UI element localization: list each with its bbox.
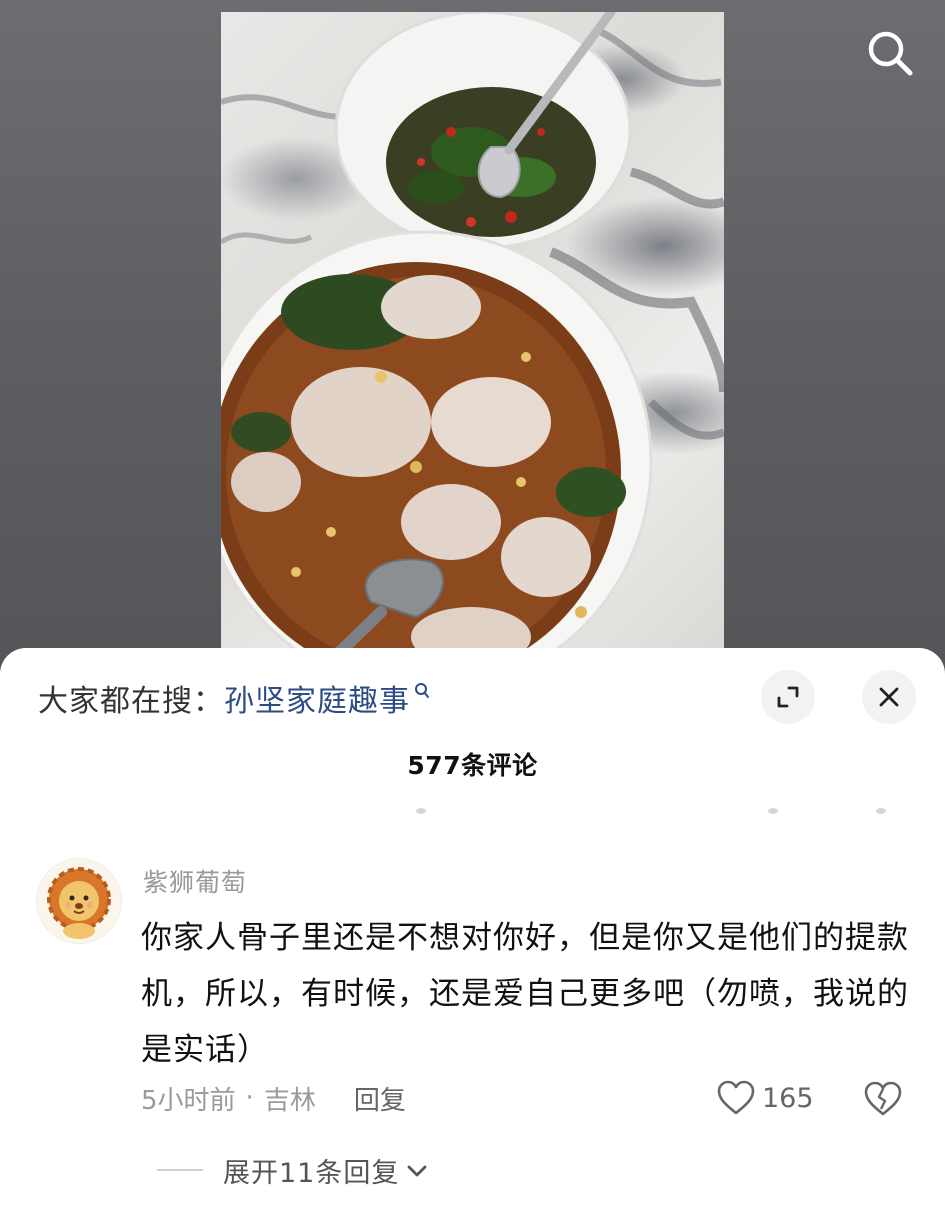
comment-count: 577条评论 <box>407 751 538 780</box>
comment-meta: 5小时前 · 吉林 回复 <box>141 1078 406 1118</box>
expand-replies[interactable]: 展开11条回复 <box>157 1150 429 1190</box>
trending-query-link[interactable]: 孙坚家庭趣事 <box>224 676 410 720</box>
expand-replies-label: 展开11条回复 <box>223 1157 400 1189</box>
comment-username[interactable]: 紫狮葡萄 <box>143 863 247 899</box>
trending-prefix: 大家都在搜： <box>38 684 224 719</box>
close-icon <box>879 687 899 707</box>
like-button[interactable]: 165 <box>716 1076 814 1120</box>
broken-heart-icon <box>864 1081 902 1116</box>
search-icon <box>868 31 913 76</box>
faint-mark <box>768 808 778 814</box>
like-count: 165 <box>762 1082 814 1114</box>
reply-button[interactable]: 回复 <box>354 1080 406 1117</box>
food-illustration <box>221 12 724 680</box>
expand-divider-line <box>157 1169 203 1171</box>
lion-avatar-icon <box>47 867 111 939</box>
search-icon <box>415 683 429 698</box>
faint-mark <box>876 808 886 814</box>
heart-icon <box>717 1080 755 1115</box>
comment-text: 你家人骨子里还是不想对你好，但是你又是他们的提款机，所以，有时候，还是爱自己更多… <box>141 920 909 1068</box>
comment-location: 吉林 <box>263 1085 316 1116</box>
post-photo[interactable] <box>221 12 724 680</box>
comment-time: 5小时前 <box>141 1085 236 1116</box>
chevron-down-icon <box>407 1165 427 1177</box>
trending-search-bar: 大家都在搜： 孙坚家庭趣事 <box>38 676 430 720</box>
collapsed-content-edge <box>0 808 945 820</box>
expand-button[interactable] <box>761 670 815 724</box>
comment-sheet: 大家都在搜： 孙坚家庭趣事 577条评论 紫狮葡萄 你家人骨子里还是不想对你好，… <box>0 648 945 1221</box>
search-button[interactable] <box>864 27 916 79</box>
dislike-button[interactable] <box>862 1078 904 1120</box>
avatar[interactable] <box>36 858 122 944</box>
expand-icon <box>777 686 799 708</box>
meta-separator: · <box>245 1083 254 1113</box>
faint-mark <box>416 808 426 814</box>
close-button[interactable] <box>862 670 916 724</box>
